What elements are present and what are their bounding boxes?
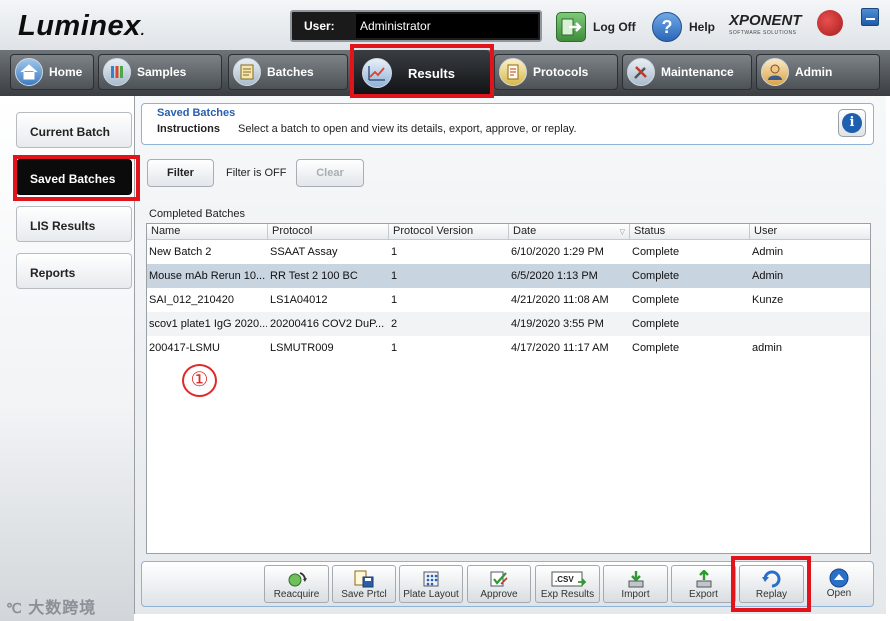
logoff-door-icon	[556, 12, 586, 42]
table-row[interactable]: scov1 plate1 IgG 2020... 20200416 COV2 D…	[147, 312, 870, 336]
reacquire-icon	[286, 569, 308, 588]
tab-home[interactable]: Home	[10, 54, 94, 90]
tab-batches[interactable]: Batches	[228, 54, 348, 90]
tab-protocols-label: Protocols	[533, 65, 589, 79]
watermark-logo-icon: ℃	[6, 600, 23, 616]
clear-button[interactable]: Clear	[296, 159, 364, 187]
svg-text:.CSV: .CSV	[555, 575, 574, 584]
tab-results[interactable]: Results	[352, 50, 490, 96]
info-icon: i	[842, 113, 862, 133]
main-nav: Home Samples Batches Results Protocols M…	[0, 50, 890, 96]
approve-button[interactable]: Approve	[467, 565, 531, 603]
col-user[interactable]: User	[749, 224, 870, 240]
save-protocol-button[interactable]: Save Prtcl	[332, 565, 396, 603]
tab-samples-label: Samples	[137, 65, 187, 79]
tab-batches-label: Batches	[267, 65, 314, 79]
reacquire-button[interactable]: Reacquire	[264, 565, 329, 603]
logoff-button[interactable]: Log Off	[556, 12, 636, 42]
plate-layout-icon	[420, 569, 442, 588]
instructions-text: Select a batch to open and view its deta…	[238, 123, 577, 135]
batches-table: Name Protocol Protocol Version Date ▽ St…	[146, 223, 871, 554]
tab-admin-label: Admin	[795, 65, 833, 79]
tab-results-label: Results	[408, 65, 455, 81]
user-label: User:	[304, 19, 335, 33]
export-results-button[interactable]: .CSV Exp Results	[535, 565, 600, 603]
tab-admin[interactable]: Admin	[756, 54, 880, 90]
app-header: Luminex. User: Administrator Log Off ? H…	[0, 0, 890, 50]
import-button[interactable]: Import	[603, 565, 668, 603]
sort-descending-icon: ▽	[619, 229, 625, 236]
export-button[interactable]: Export	[671, 565, 736, 603]
xponent-logo-dot-icon	[817, 10, 843, 36]
minimize-window-button[interactable]	[861, 8, 879, 26]
sidebar-item-saved-batches[interactable]: Saved Batches	[16, 159, 132, 195]
approve-icon	[488, 569, 510, 588]
table-row[interactable]: 200417-LSMU LSMUTR009 1 4/17/2020 11:17 …	[147, 336, 870, 360]
user-box: User: Administrator	[290, 10, 542, 42]
sidebar-item-reports[interactable]: Reports	[16, 253, 132, 289]
filter-status: Filter is OFF	[226, 167, 287, 179]
save-protocol-icon	[353, 569, 375, 588]
watermark: ℃ 大数跨境	[6, 600, 97, 617]
instructions-panel: Saved Batches Instructions Select a batc…	[141, 103, 874, 145]
replay-icon	[761, 569, 783, 588]
open-icon	[828, 568, 850, 587]
results-chart-icon	[362, 58, 392, 88]
protocols-icon	[499, 58, 527, 86]
admin-user-icon	[761, 58, 789, 86]
sidebar-item-current-batch[interactable]: Current Batch	[16, 112, 132, 148]
tab-protocols[interactable]: Protocols	[494, 54, 618, 90]
filter-button[interactable]: Filter	[147, 159, 214, 187]
help-button[interactable]: ? Help	[652, 12, 715, 42]
luminex-logo: Luminex.	[18, 10, 146, 42]
xponent-logo: XPONENT SOFTWARE SOLUTIONS	[729, 10, 843, 36]
col-protocol[interactable]: Protocol	[267, 224, 388, 240]
export-results-csv-icon: .CSV	[548, 569, 588, 588]
page-title: Saved Batches	[157, 107, 236, 119]
plate-layout-button[interactable]: Plate Layout	[399, 565, 463, 603]
col-date[interactable]: Date ▽	[508, 224, 629, 240]
user-value: Administrator	[356, 14, 538, 38]
help-question-icon: ?	[652, 12, 682, 42]
left-sidebar: Current Batch Saved Batches LIS Results …	[0, 96, 134, 621]
export-icon	[693, 569, 715, 588]
instructions-label: Instructions	[157, 123, 220, 135]
home-icon	[15, 58, 43, 86]
logoff-label: Log Off	[593, 20, 636, 34]
annotation-marker-1: ①	[182, 364, 217, 397]
tab-maintenance[interactable]: Maintenance	[622, 54, 752, 90]
col-name[interactable]: Name	[147, 224, 267, 240]
table-row[interactable]: New Batch 2 SSAAT Assay 1 6/10/2020 1:29…	[147, 240, 870, 264]
samples-icon	[103, 58, 131, 86]
replay-button[interactable]: Replay	[739, 565, 804, 603]
batches-icon	[233, 58, 261, 86]
open-button[interactable]: Open	[808, 565, 870, 603]
completed-batches-label: Completed Batches	[149, 208, 245, 220]
maintenance-tools-icon	[627, 58, 655, 86]
tab-maintenance-label: Maintenance	[661, 65, 734, 79]
info-button[interactable]: i	[838, 109, 866, 137]
table-header: Name Protocol Protocol Version Date ▽ St…	[147, 224, 870, 240]
col-status[interactable]: Status	[629, 224, 749, 240]
import-icon	[625, 569, 647, 588]
table-row-selected[interactable]: Mouse mAb Rerun 10... RR Test 2 100 BC 1…	[147, 264, 870, 288]
tab-samples[interactable]: Samples	[98, 54, 222, 90]
tab-home-label: Home	[49, 65, 83, 79]
help-label: Help	[689, 20, 716, 34]
sidebar-item-lis-results[interactable]: LIS Results	[16, 206, 132, 242]
col-protocol-version[interactable]: Protocol Version	[388, 224, 508, 240]
table-row[interactable]: SAI_012_210420 LS1A04012 1 4/21/2020 11:…	[147, 288, 870, 312]
